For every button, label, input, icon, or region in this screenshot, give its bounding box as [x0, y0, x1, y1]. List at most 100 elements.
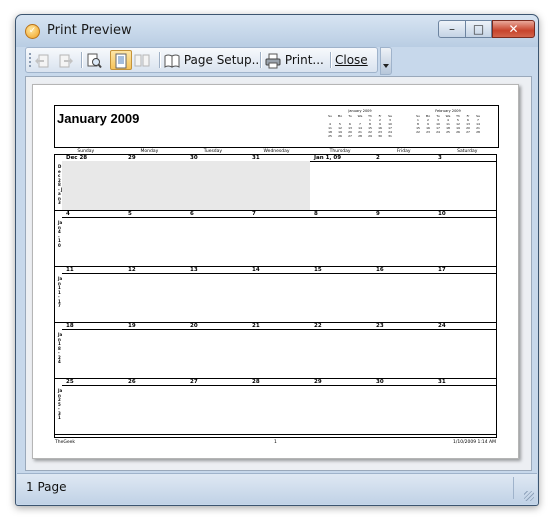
day-number: 24 [438, 323, 446, 329]
day-number: 17 [438, 267, 446, 273]
resize-grip[interactable] [524, 491, 534, 501]
day-header: 24 [434, 323, 496, 330]
day-shading [248, 161, 310, 210]
page-setup-icon [164, 54, 180, 68]
one-page-button[interactable] [110, 50, 132, 70]
day-header: 29 [310, 379, 372, 386]
day-cell: 30 [186, 155, 248, 210]
day-cell: 3 [434, 155, 496, 210]
app-icon: ✓ [25, 24, 40, 39]
day-shading [62, 161, 124, 210]
mini-calendar-week: 25 26 27 28 29 30 31 [325, 134, 395, 138]
day-number: 12 [128, 267, 136, 273]
day-cell: 16 [372, 267, 434, 322]
day-number: 18 [66, 323, 74, 329]
zoom-page-icon [87, 53, 102, 68]
day-header: 18 [62, 323, 124, 330]
day-header: 6 [186, 211, 248, 218]
day-cell: 31 [434, 379, 496, 434]
mini-day: 27 [348, 134, 352, 138]
previous-page-button[interactable] [35, 50, 55, 70]
day-number: 27 [190, 379, 198, 385]
toolbar-separator [330, 52, 332, 68]
day-cell: 22 [310, 323, 372, 378]
window-title: Print Preview [47, 23, 132, 38]
day-header: 30 [372, 379, 434, 386]
day-cell: 17 [434, 267, 496, 322]
day-number: Jan 1, 09 [314, 155, 342, 161]
day-header: 10 [434, 211, 496, 218]
mini-day: 27 [466, 130, 470, 134]
mini-day: 28 [358, 134, 362, 138]
minimize-button[interactable]: – [438, 20, 466, 38]
day-header: 22 [310, 323, 372, 330]
print-preview-window: ✓ Print Preview – □ ✕ Page Setup... Prin… [15, 14, 539, 506]
footer-timestamp: 1/10/2009 1:14 AM [453, 440, 497, 445]
mini-day: 25 [446, 130, 450, 134]
toolbar-separator [81, 52, 83, 68]
print-label: Print... [284, 53, 324, 67]
day-number: 14 [252, 267, 260, 273]
day-cell: 20 [186, 323, 248, 378]
day-number: 25 [66, 379, 74, 385]
day-cell: 9 [372, 211, 434, 266]
day-cell: 28 [248, 379, 310, 434]
day-header: 3 [434, 155, 496, 162]
zoom-button[interactable] [86, 50, 108, 70]
day-number: 6 [190, 211, 194, 217]
day-cell: 14 [248, 267, 310, 322]
day-cell: 24 [434, 323, 496, 378]
week-row: Jan 25 - 31 25 26 27 28 29 30 31 [55, 379, 496, 435]
day-number: 10 [438, 211, 446, 217]
mini-day: 26 [456, 130, 460, 134]
day-shading [186, 161, 248, 210]
day-header: 7 [248, 211, 310, 218]
preview-area[interactable]: January 2009 January 2009 Su Mo Tu We Th Fr Sa 1… [25, 76, 532, 471]
mini-day: 29 [368, 134, 372, 138]
day-header: Jan 1, 09 [310, 155, 372, 162]
day-cell: 21 [248, 323, 310, 378]
day-cell: 30 [372, 379, 434, 434]
day-cell: 2 [372, 155, 434, 210]
day-cell: 29 [310, 379, 372, 434]
day-number: 4 [66, 211, 70, 217]
close-icon: ✕ [508, 22, 519, 36]
day-number: 15 [314, 267, 322, 273]
one-page-icon [115, 53, 127, 68]
preview-toolbar: Page Setup... Print... Close [25, 47, 378, 73]
mini-day: 28 [476, 130, 480, 134]
day-header: 14 [248, 267, 310, 274]
toolbar-grip[interactable] [29, 53, 34, 67]
mini-calendar-week: 22 23 24 25 26 27 28 [413, 130, 483, 134]
chevron-down-icon [383, 64, 389, 68]
close-label: Close [335, 53, 368, 67]
day-header: 26 [124, 379, 186, 386]
maximize-button[interactable]: □ [466, 20, 492, 38]
two-pages-button[interactable] [134, 50, 156, 70]
day-number: 3 [438, 155, 442, 161]
print-button[interactable]: Print... [265, 50, 327, 70]
day-cell: 19 [124, 323, 186, 378]
page-setup-button[interactable]: Page Setup... [164, 50, 263, 70]
day-header: 17 [434, 267, 496, 274]
day-header: 31 [434, 379, 496, 386]
toolbar-separator [260, 52, 262, 68]
footer-page-number: 1 [274, 440, 277, 445]
close-window-button[interactable]: ✕ [492, 20, 535, 38]
maximize-icon: □ [472, 22, 485, 36]
title-bar[interactable]: ✓ Print Preview – □ ✕ [16, 15, 538, 47]
day-number: 22 [314, 323, 322, 329]
mini-day: 25 [328, 134, 332, 138]
mini-calendar-january: January 2009 Su Mo Tu We Th Fr Sa 1 2 3 4 5 6 7 8 9 10 11 1… [325, 109, 395, 143]
day-header: 12 [124, 267, 186, 274]
day-header: 20 [186, 323, 248, 330]
next-page-button[interactable] [57, 50, 77, 70]
day-cell: 23 [372, 323, 434, 378]
day-number: 7 [252, 211, 256, 217]
calendar-title: January 2009 [57, 111, 140, 126]
close-preview-button[interactable]: Close [335, 50, 371, 70]
toolbar-overflow-button[interactable] [380, 47, 392, 75]
day-cell: Jan 1, 09 [310, 155, 372, 210]
day-number: 23 [376, 323, 384, 329]
two-pages-icon [134, 54, 150, 66]
